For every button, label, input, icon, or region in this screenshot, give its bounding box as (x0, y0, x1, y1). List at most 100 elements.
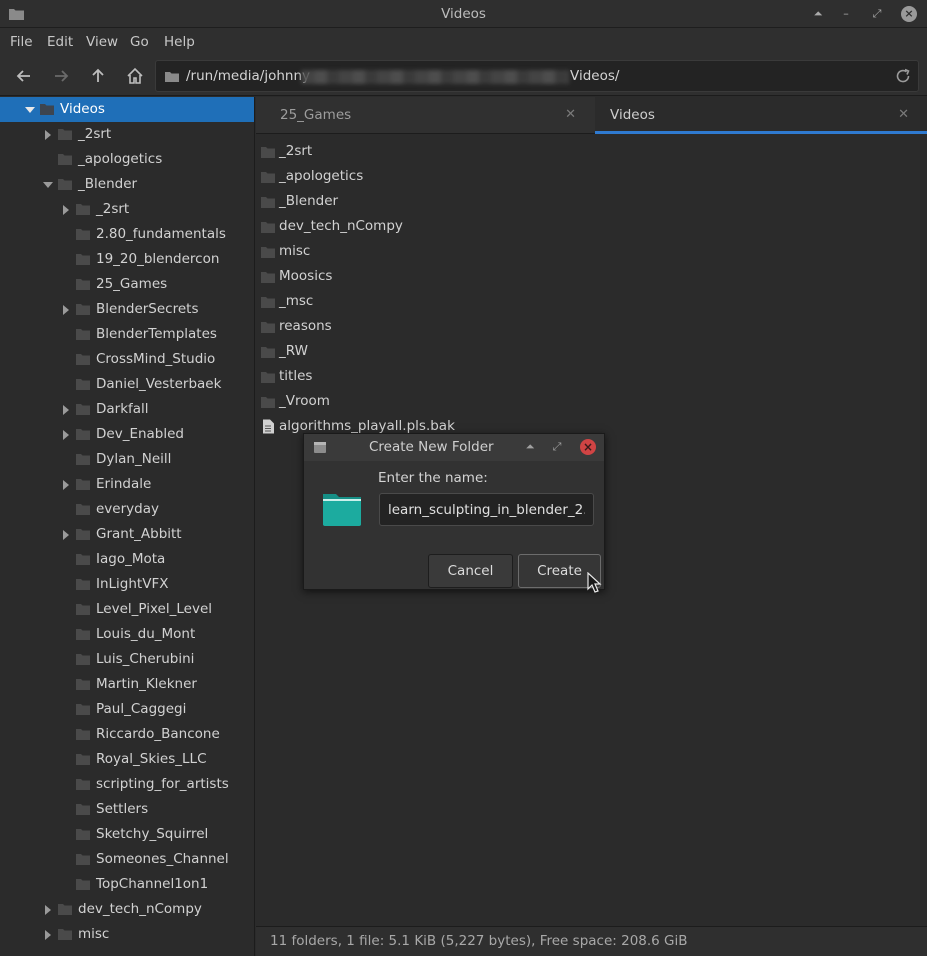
menu-go[interactable]: Go (130, 34, 149, 50)
tree-item[interactable]: BlenderSecrets (0, 297, 254, 322)
tree-item-label: scripting_for_artists (96, 776, 229, 792)
file-list-item[interactable]: dev_tech_nCompy (256, 214, 927, 239)
tree-item[interactable]: Darkfall (0, 397, 254, 422)
close-icon[interactable]: × (580, 439, 596, 455)
tree-item[interactable]: scripting_for_artists (0, 772, 254, 797)
file-icon (263, 419, 274, 434)
tab-bar: 25_Games ✕ Videos ✕ (256, 97, 927, 134)
file-list-item[interactable]: Moosics (256, 264, 927, 289)
tree-item[interactable]: Level_Pixel_Level (0, 597, 254, 622)
file-list-item[interactable]: _msc (256, 289, 927, 314)
tree-item[interactable]: _2srt (0, 197, 254, 222)
file-list-item[interactable]: reasons (256, 314, 927, 339)
menu-view[interactable]: View (86, 34, 118, 50)
tree-item[interactable]: _apologetics (0, 147, 254, 172)
status-bar: 11 folders, 1 file: 5.1 KiB (5,227 bytes… (256, 926, 927, 956)
tree-item[interactable]: Luis_Cherubini (0, 647, 254, 672)
restore-icon[interactable]: ⤢ (869, 6, 885, 22)
folder-icon (58, 154, 72, 165)
tree-item-label: _apologetics (78, 151, 163, 167)
close-icon[interactable]: × (901, 6, 917, 22)
folder-icon (76, 279, 90, 290)
menu-help[interactable]: Help (164, 34, 195, 50)
menu-file[interactable]: File (10, 34, 33, 50)
path-bar[interactable]: /run/media/johnny Videos/ (155, 60, 919, 92)
tab-25-games[interactable]: 25_Games ✕ (256, 97, 594, 134)
tree-item[interactable]: Royal_Skies_LLC (0, 747, 254, 772)
expand-arrow-icon[interactable] (63, 530, 69, 540)
keep-above-icon[interactable]: ⏶ (810, 6, 826, 22)
folder-icon (261, 147, 275, 158)
tree-item-label: 25_Games (96, 276, 168, 292)
folder-icon (76, 504, 90, 515)
tree-item[interactable]: Sketchy_Squirrel (0, 822, 254, 847)
tree-item[interactable]: Martin_Klekner (0, 672, 254, 697)
collapse-arrow-icon[interactable] (25, 107, 35, 113)
file-list-item[interactable]: _Blender (256, 189, 927, 214)
tree-item-label: Videos (60, 101, 105, 117)
tree-item[interactable]: Erindale (0, 472, 254, 497)
tree-item[interactable]: Riccardo_Bancone (0, 722, 254, 747)
tree-item[interactable]: Iago_Mota (0, 547, 254, 572)
tree-item[interactable]: Settlers (0, 797, 254, 822)
forward-arrow-icon[interactable] (51, 66, 71, 86)
keep-above-icon[interactable]: ⏶ (522, 439, 538, 455)
expand-arrow-icon[interactable] (63, 205, 69, 215)
close-tab-icon[interactable]: ✕ (565, 107, 576, 122)
folder-icon (58, 904, 72, 915)
expand-arrow-icon[interactable] (63, 305, 69, 315)
tree-item-label: Settlers (96, 801, 149, 817)
file-list-item[interactable]: titles (256, 364, 927, 389)
expand-arrow-icon[interactable] (63, 430, 69, 440)
back-arrow-icon[interactable] (14, 66, 34, 86)
tree-item[interactable]: everyday (0, 497, 254, 522)
tree-item[interactable]: _2srt (0, 122, 254, 147)
home-icon[interactable] (125, 66, 145, 86)
tree-item[interactable]: 2.80_fundamentals (0, 222, 254, 247)
file-list-item[interactable]: _2srt (256, 139, 927, 164)
menu-edit[interactable]: Edit (47, 34, 73, 50)
file-list-item[interactable]: _apologetics (256, 164, 927, 189)
restore-icon[interactable]: ⤢ (549, 439, 565, 455)
expand-arrow-icon[interactable] (45, 905, 51, 915)
tree-item[interactable]: InLightVFX (0, 572, 254, 597)
tree-item[interactable]: Someones_Channel (0, 847, 254, 872)
dialog-title: Create New Folder (369, 439, 494, 455)
tree-item[interactable]: 25_Games (0, 272, 254, 297)
tree-item[interactable]: Videos (0, 97, 254, 122)
tree-item-label: Erindale (96, 476, 152, 492)
tree-item[interactable]: Dev_Enabled (0, 422, 254, 447)
expand-arrow-icon[interactable] (63, 405, 69, 415)
tree-item[interactable]: TopChannel1on1 (0, 872, 254, 897)
folder-icon (76, 654, 90, 665)
tree-item[interactable]: BlenderTemplates (0, 322, 254, 347)
tab-videos[interactable]: Videos ✕ (595, 97, 927, 134)
tree-item[interactable]: dev_tech_nCompy (0, 897, 254, 922)
tree-item[interactable]: 19_20_blendercon (0, 247, 254, 272)
expand-arrow-icon[interactable] (63, 480, 69, 490)
minimize-icon[interactable]: – (838, 6, 854, 22)
file-list-item[interactable]: _Vroom (256, 389, 927, 414)
tree-item[interactable]: Dylan_Neill (0, 447, 254, 472)
collapse-arrow-icon[interactable] (43, 182, 53, 188)
cancel-button[interactable]: Cancel (428, 554, 513, 588)
tree-item[interactable]: Paul_Caggegi (0, 697, 254, 722)
tree-item[interactable]: Grant_Abbitt (0, 522, 254, 547)
tree-item-label: Grant_Abbitt (96, 526, 182, 542)
tree-item[interactable]: misc (0, 922, 254, 947)
tree-item[interactable]: Daniel_Vesterbaek (0, 372, 254, 397)
expand-arrow-icon[interactable] (45, 930, 51, 940)
folder-icon (76, 854, 90, 865)
tree-item[interactable]: Louis_du_Mont (0, 622, 254, 647)
up-arrow-icon[interactable] (88, 66, 108, 86)
tree-item[interactable]: CrossMind_Studio (0, 347, 254, 372)
expand-arrow-icon[interactable] (45, 130, 51, 140)
path-suffix[interactable]: Videos/ (570, 68, 619, 84)
path-prefix[interactable]: /run/media/johnny (186, 68, 310, 84)
tree-item[interactable]: _Blender (0, 172, 254, 197)
file-list-item[interactable]: misc (256, 239, 927, 264)
file-list-item[interactable]: _RW (256, 339, 927, 364)
close-tab-icon[interactable]: ✕ (898, 107, 909, 122)
reload-icon[interactable] (894, 67, 912, 85)
folder-name-input[interactable] (379, 493, 594, 526)
